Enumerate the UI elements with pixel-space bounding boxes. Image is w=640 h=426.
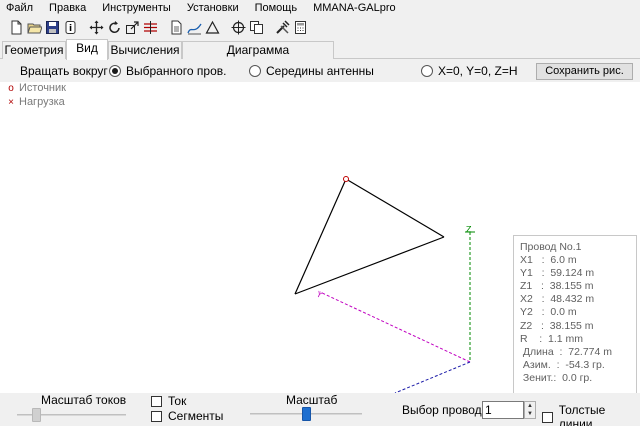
current-checkbox[interactable]: Ток bbox=[151, 394, 186, 408]
x-axis-line bbox=[394, 361, 471, 393]
y-axis-label: Y bbox=[314, 289, 323, 300]
radio-indicator bbox=[109, 65, 121, 77]
tab-calculations[interactable]: Вычисления bbox=[108, 41, 182, 59]
wire-info-azimuth: Азим. : -54.3 гр. bbox=[520, 358, 605, 371]
checkbox-box bbox=[542, 411, 553, 423]
scale-label: Масштаб bbox=[286, 393, 338, 407]
wire-info-x2: X2 : 48.432 m bbox=[520, 293, 595, 306]
menu-bar: Файл Правка Инструменты Установки Помощь… bbox=[0, 0, 640, 16]
radio-indicator bbox=[421, 65, 433, 77]
rotate-options-bar: Вращать вокруг : Выбранного пров. Середи… bbox=[0, 60, 640, 82]
new-file-icon[interactable] bbox=[8, 19, 25, 36]
wire-info-zenith: Зенит.: 0.0 гр. bbox=[520, 371, 593, 384]
wire-info-length: Длина : 72.774 m bbox=[520, 345, 613, 358]
bottom-controls: Масштаб токов Ток Сегменты Масштаб Выбор… bbox=[0, 393, 640, 426]
menu-file[interactable]: Файл bbox=[0, 0, 41, 16]
calculator-icon[interactable] bbox=[292, 19, 309, 36]
rotate-origin-radio[interactable]: X=0, Y=0, Z=H bbox=[421, 64, 518, 78]
open-folder-icon[interactable] bbox=[26, 19, 43, 36]
view-panel: Вращать вокруг : Выбранного пров. Середи… bbox=[0, 60, 640, 426]
checkbox-box bbox=[151, 410, 162, 422]
tab-view[interactable]: Вид bbox=[66, 39, 108, 60]
radio-indicator bbox=[249, 65, 261, 77]
radio-label: Середины антенны bbox=[266, 64, 374, 78]
wire-info-y2: Y2 : 0.0 m bbox=[520, 306, 577, 319]
radio-label: X=0, Y=0, Z=H bbox=[438, 64, 518, 78]
wire-select-label: Выбор провода bbox=[402, 403, 489, 417]
resize-icon[interactable] bbox=[124, 19, 141, 36]
save-picture-button[interactable]: Сохранить рис. bbox=[536, 63, 633, 80]
copy-icon[interactable] bbox=[248, 19, 265, 36]
rotate-selected-wire-radio[interactable]: Выбранного пров. bbox=[109, 64, 226, 78]
scale-slider[interactable] bbox=[250, 407, 362, 421]
y-axis-line bbox=[319, 291, 471, 363]
menu-settings[interactable]: Установки bbox=[179, 0, 247, 16]
tab-bar: Геометрия Вид Вычисления Диаграмма напра… bbox=[0, 39, 640, 73]
source-marker[interactable] bbox=[343, 176, 349, 182]
wire-info-box: Провод No.1 X1 : 6.0 m Y1 : 59.124 m Z1 … bbox=[513, 235, 637, 401]
triangle-icon[interactable] bbox=[204, 19, 221, 36]
wire-select-input[interactable]: 1 bbox=[482, 401, 524, 419]
menu-pro[interactable]: MMANA-GALpro bbox=[305, 0, 404, 16]
current-scale-label: Масштаб токов bbox=[41, 393, 127, 407]
wire-segment-3[interactable] bbox=[294, 178, 347, 295]
checkbox-label: Сегменты bbox=[168, 409, 224, 423]
wire-info-x1: X1 : 6.0 m bbox=[520, 254, 577, 267]
wire-info-y1: Y1 : 59.124 m bbox=[520, 267, 595, 280]
rotate-antenna-center-radio[interactable]: Середины антенны bbox=[249, 64, 374, 78]
slider-thumb[interactable] bbox=[302, 407, 311, 421]
segments-checkbox[interactable]: Сегменты bbox=[151, 409, 223, 423]
svg-text:i: i bbox=[69, 24, 72, 34]
rotate-icon[interactable] bbox=[106, 19, 123, 36]
info-icon[interactable]: i bbox=[62, 19, 79, 36]
save-disk-icon[interactable] bbox=[44, 19, 61, 36]
curve-edit-icon[interactable] bbox=[186, 19, 203, 36]
wire-select-spinner[interactable]: ▲ ▼ bbox=[524, 401, 536, 419]
spin-up-icon[interactable]: ▲ bbox=[525, 402, 535, 410]
z-axis-label: Z bbox=[466, 225, 472, 234]
checkbox-label: Ток bbox=[168, 394, 187, 408]
checkbox-label: Толстые линии bbox=[558, 403, 606, 426]
rotate-around-label: Вращать вокруг : bbox=[20, 64, 115, 78]
current-scale-slider[interactable] bbox=[17, 408, 126, 422]
move-icon[interactable] bbox=[88, 19, 105, 36]
wire-segment-2[interactable] bbox=[294, 236, 445, 295]
menu-tools[interactable]: Инструменты bbox=[94, 0, 179, 16]
radio-label: Выбранного пров. bbox=[126, 64, 227, 78]
slider-thumb[interactable] bbox=[32, 408, 41, 422]
checkbox-box bbox=[151, 395, 162, 407]
thick-lines-checkbox[interactable]: Толстые линии bbox=[542, 403, 640, 426]
document-icon[interactable] bbox=[168, 19, 185, 36]
menu-edit[interactable]: Правка bbox=[41, 0, 94, 16]
tools-icon[interactable] bbox=[274, 19, 291, 36]
crosshair-icon[interactable] bbox=[230, 19, 247, 36]
menu-help[interactable]: Помощь bbox=[247, 0, 306, 16]
wire-info-z1: Z1 : 38.155 m bbox=[520, 280, 594, 293]
spin-down-icon[interactable]: ▼ bbox=[525, 410, 535, 418]
tab-geometry[interactable]: Геометрия bbox=[2, 41, 66, 59]
toolbar: i bbox=[0, 17, 640, 37]
align-icon[interactable] bbox=[142, 19, 159, 36]
tab-radiation-pattern[interactable]: Диаграмма направленности bbox=[182, 41, 334, 73]
wire-info-radius: R : 1.1 mm bbox=[520, 332, 584, 345]
wire-info-title: Провод No.1 bbox=[520, 241, 582, 253]
wire-info-z2: Z2 : 38.155 m bbox=[520, 319, 594, 332]
wire-segment-1[interactable] bbox=[345, 178, 445, 238]
